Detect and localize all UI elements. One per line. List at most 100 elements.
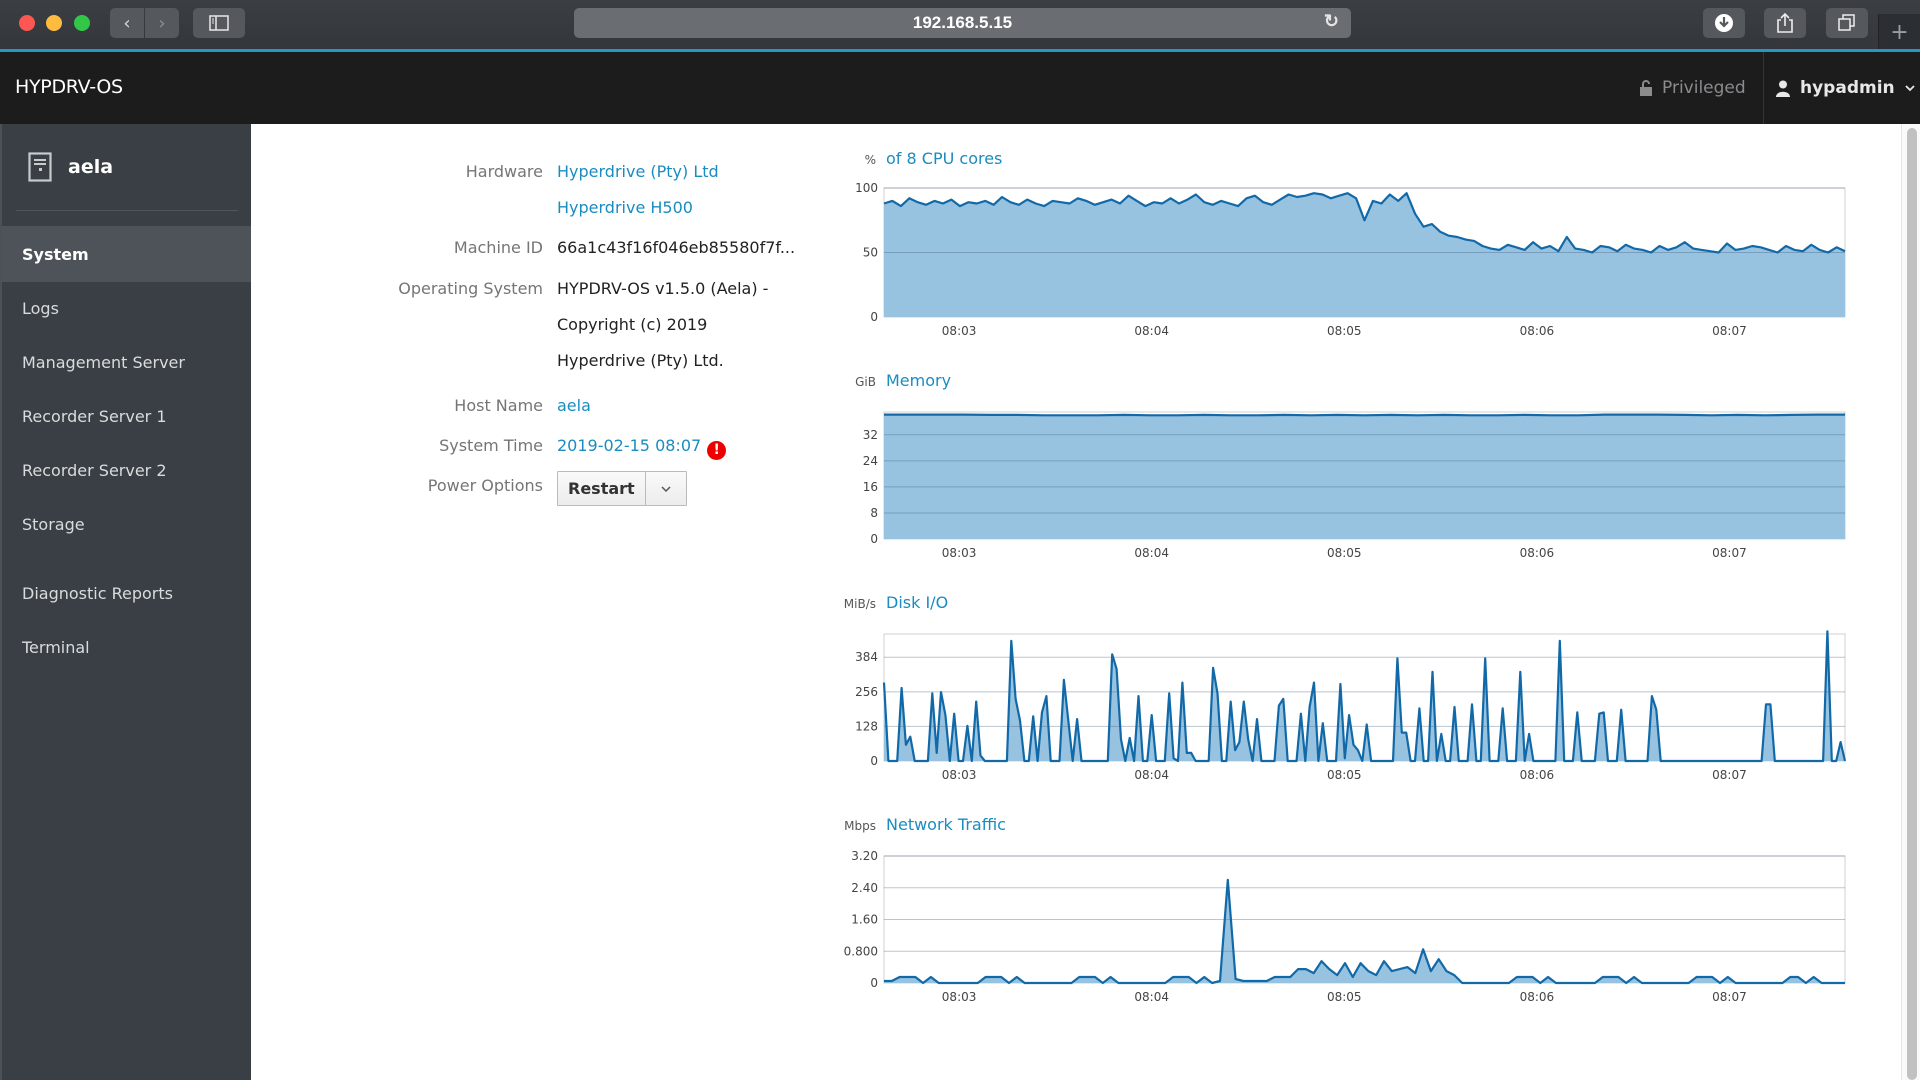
sidebar-item-label: Recorder Server 1 (22, 406, 167, 426)
user-menu[interactable]: hypadmin (1776, 78, 1915, 98)
downloads-button[interactable] (1703, 8, 1745, 38)
x-tick-label: 08:06 (1520, 990, 1555, 1004)
y-tick-label: 384 (855, 650, 878, 664)
x-tick-label: 08:07 (1712, 324, 1747, 338)
series-line (884, 878, 1845, 985)
x-tick-label: 08:05 (1327, 546, 1362, 560)
host-name: aela (68, 156, 114, 178)
y-tick-label: 0 (870, 754, 878, 768)
y-tick-label: 2.40 (851, 881, 878, 895)
y-tick-label: 3.20 (851, 849, 878, 863)
power-options-control: Restart (557, 471, 687, 506)
sidebar-item-label: Storage (22, 514, 85, 534)
x-tick-label: 08:04 (1134, 546, 1169, 560)
show-tabs-button[interactable] (1826, 8, 1868, 38)
browser-toolbar: ‹ › 192.168.5.15 ↻ + (0, 0, 1920, 50)
sidebar-divider (16, 210, 238, 211)
share-icon (1777, 12, 1793, 33)
hardware-vendor-link[interactable]: Hyperdrive (Pty) Ltd (557, 162, 719, 181)
brand-title: HYPDRV-OS (15, 76, 123, 98)
chevron-left-icon: ‹ (123, 12, 131, 34)
app-header: HYPDRV-OS Privileged hypadmin (0, 52, 1920, 124)
os-value-line3: Hyperdrive (Pty) Ltd. (557, 351, 724, 370)
tabs-icon (1838, 14, 1855, 31)
back-button[interactable]: ‹ (110, 8, 144, 38)
y-tick-label: 0 (870, 310, 878, 324)
system-time-link[interactable]: 2019-02-15 08:07 (557, 436, 701, 455)
chart-title: of 8 CPU cores (886, 149, 1002, 168)
host-heading: aela (28, 152, 113, 182)
y-tick-label: 8 (870, 506, 878, 520)
x-tick-label: 08:06 (1520, 324, 1555, 338)
warning-icon[interactable]: ! (707, 441, 727, 460)
series-area (884, 414, 1845, 539)
forward-button[interactable]: › (145, 8, 179, 38)
system-time-row: 2019-02-15 08:07! (557, 436, 727, 460)
power-options-label: Power Options (427, 476, 543, 495)
sidebar-icon (209, 15, 229, 31)
x-tick-label: 08:03 (942, 990, 977, 1004)
sidebar-toggle-button[interactable] (193, 8, 245, 38)
x-tick-label: 08:06 (1520, 546, 1555, 560)
sidebar-item-diagnostic-reports[interactable]: Diagnostic Reports (2, 565, 251, 621)
y-tick-label: 0.800 (844, 944, 878, 958)
x-tick-label: 08:04 (1134, 768, 1169, 782)
sidebar-item-label: Logs (22, 298, 59, 318)
os-value-line2: Copyright (c) 2019 (557, 315, 708, 334)
sidebar-item-management-server[interactable]: Management Server (2, 334, 251, 390)
cpu-chart: % of 8 CPU cores 0 50 100 08:03 08:04 08:05 08:0… (830, 149, 1870, 350)
sidebar-item-logs[interactable]: Logs (2, 280, 251, 336)
chevron-down-icon (1905, 84, 1915, 91)
y-tick-label: 0 (870, 976, 878, 990)
restart-button[interactable]: Restart (558, 472, 646, 505)
chart-unit-label: MiB/s (844, 597, 876, 611)
cpu-chart-svg: % of 8 CPU cores 0 50 100 08:03 08:04 08:05 08:0… (855, 149, 1846, 338)
x-tick-label: 08:07 (1712, 546, 1747, 560)
y-tick-label: 100 (855, 181, 878, 195)
sidebar-item-terminal[interactable]: Terminal (2, 619, 251, 675)
share-button[interactable] (1764, 8, 1806, 38)
memory-chart-svg: GiB Memory 0 8 16 24 32 08:03 08:04 08:05 08:06 08:… (855, 371, 1846, 560)
y-tick-label: 1.60 (851, 913, 878, 927)
user-icon (1776, 80, 1790, 97)
disk-io-chart-svg: MiB/s Disk I/O 0 128 256 384 08:03 08:04 08:05 08… (844, 593, 1847, 782)
maximize-window-button[interactable] (74, 15, 90, 31)
sidebar-item-label: System (22, 244, 89, 264)
unlock-icon (1640, 80, 1652, 96)
download-icon (1715, 14, 1733, 32)
network-traffic-chart: Mbps Network Traffic 0 0.800 1.60 2.40 3.20 08:… (830, 815, 1870, 1016)
x-tick-label: 08:03 (942, 324, 977, 338)
new-tab-button[interactable]: + (1878, 14, 1920, 50)
x-tick-label: 08:03 (942, 768, 977, 782)
power-options-dropdown-toggle[interactable] (646, 472, 686, 505)
chevron-right-icon: › (158, 12, 166, 34)
y-tick-label: 0 (870, 532, 878, 546)
close-window-button[interactable] (19, 15, 35, 31)
host-name-link[interactable]: aela (557, 396, 591, 415)
chevron-down-icon (661, 482, 671, 496)
url-text: 192.168.5.15 (912, 13, 1013, 32)
chart-title: Memory (886, 371, 951, 390)
series-line (882, 630, 1847, 763)
chart-unit-label: % (865, 153, 876, 167)
scrollbar-thumb[interactable] (1907, 128, 1917, 1080)
sidebar-item-label: Recorder Server 2 (22, 460, 167, 480)
minimize-window-button[interactable] (46, 15, 62, 31)
sidebar-item-system[interactable]: System (2, 226, 251, 282)
sidebar-item-recorder-server-1[interactable]: Recorder Server 1 (2, 388, 251, 444)
chart-unit-label: Mbps (844, 819, 876, 833)
x-tick-label: 08:03 (942, 546, 977, 560)
privileged-toggle[interactable]: Privileged (1640, 78, 1746, 98)
hardware-model-link[interactable]: Hyperdrive H500 (557, 198, 693, 217)
address-bar[interactable]: 192.168.5.15 ↻ (574, 8, 1351, 38)
x-tick-label: 08:07 (1712, 768, 1747, 782)
sidebar-item-label: Terminal (22, 637, 90, 657)
x-tick-label: 08:06 (1520, 768, 1555, 782)
sidebar-item-label: Diagnostic Reports (22, 583, 173, 603)
series-area (884, 193, 1845, 317)
y-tick-label: 128 (855, 719, 878, 733)
sidebar-item-storage[interactable]: Storage (2, 496, 251, 552)
sidebar-item-recorder-server-2[interactable]: Recorder Server 2 (2, 442, 251, 498)
reload-icon[interactable]: ↻ (1324, 11, 1339, 32)
chart-title: Network Traffic (886, 815, 1006, 834)
